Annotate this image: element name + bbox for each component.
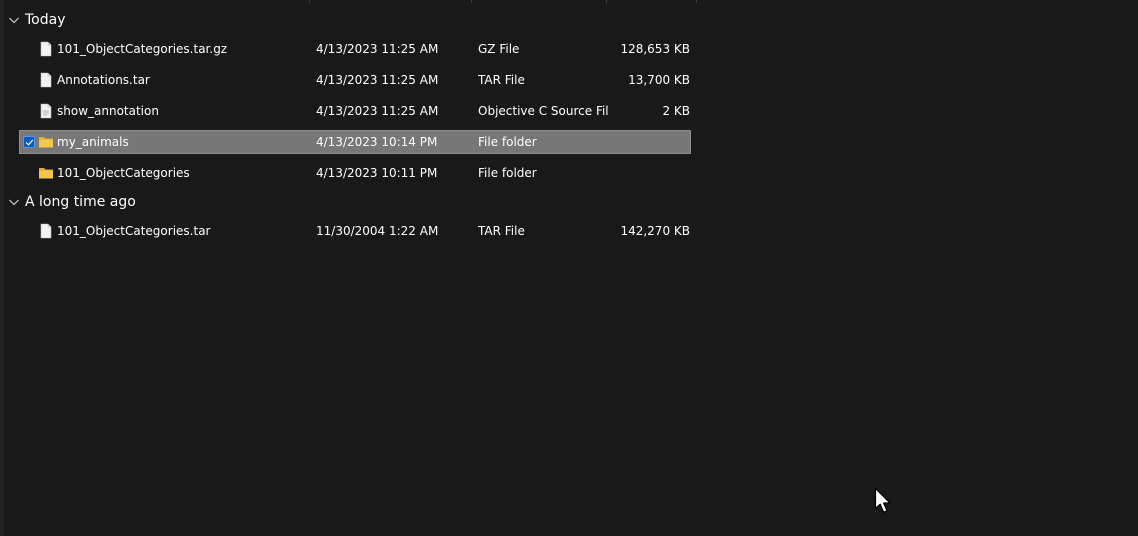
- file-size: [610, 131, 690, 153]
- file-type: TAR File: [478, 224, 525, 238]
- file-type: File folder: [478, 135, 537, 149]
- file-type: TAR File: [478, 73, 525, 87]
- file-size: [610, 162, 690, 184]
- group-header-today[interactable]: Today: [8, 9, 66, 31]
- file-date: 11/30/2004 1:22 AM: [316, 224, 439, 238]
- file-row[interactable]: 101_ObjectCategories 4/13/2023 10:11 PM …: [19, 161, 691, 185]
- file-row[interactable]: Annotations.tar 4/13/2023 11:25 AM TAR F…: [19, 68, 691, 92]
- file-icon: [40, 103, 52, 119]
- column-separator[interactable]: [606, 0, 607, 3]
- file-row[interactable]: 101_ObjectCategories.tar 11/30/2004 1:22…: [19, 219, 691, 243]
- file-date: 4/13/2023 11:25 AM: [316, 104, 439, 118]
- file-date: 4/13/2023 10:11 PM: [316, 166, 438, 180]
- folder-icon: [39, 137, 53, 148]
- group-label: A long time ago: [25, 194, 136, 210]
- file-type: Objective C Source File: [478, 104, 608, 118]
- checkmark-icon: [25, 139, 34, 146]
- mouse-cursor-icon: [874, 487, 891, 513]
- file-type: GZ File: [478, 42, 520, 56]
- file-name: Annotations.tar: [57, 73, 150, 87]
- pane-left-edge: [0, 0, 4, 536]
- file-size: 128,653 KB: [620, 42, 690, 56]
- file-list-pane: Today 101_ObjectCategories.tar.gz 4/13/2…: [0, 0, 1138, 536]
- column-separator[interactable]: [696, 0, 697, 3]
- file-name: 101_ObjectCategories: [57, 166, 190, 180]
- file-size: 142,270 KB: [620, 224, 690, 238]
- file-row[interactable]: show_annotation 4/13/2023 11:25 AM Objec…: [19, 99, 691, 123]
- file-size: 13,700 KB: [628, 73, 690, 87]
- file-icon: [40, 41, 52, 57]
- group-label: Today: [25, 12, 66, 28]
- file-name: my_animals: [57, 135, 129, 149]
- file-name: 101_ObjectCategories.tar.gz: [57, 42, 228, 56]
- file-name: 101_ObjectCategories.tar: [57, 224, 211, 238]
- file-date: 4/13/2023 10:14 PM: [316, 135, 438, 149]
- chevron-down-icon: [9, 17, 19, 24]
- column-separator[interactable]: [309, 0, 310, 3]
- file-date: 4/13/2023 11:25 AM: [316, 73, 439, 87]
- file-icon: [40, 72, 52, 88]
- file-name: show_annotation: [57, 104, 159, 118]
- folder-icon: [39, 168, 53, 179]
- file-icon: [40, 223, 52, 239]
- row-checkbox[interactable]: [23, 136, 35, 148]
- file-row-selected[interactable]: my_animals 4/13/2023 10:14 PM File folde…: [19, 130, 691, 154]
- file-type: File folder: [478, 166, 537, 180]
- file-row[interactable]: 101_ObjectCategories.tar.gz 4/13/2023 11…: [19, 37, 691, 61]
- chevron-down-icon: [9, 199, 19, 206]
- column-separator[interactable]: [471, 0, 472, 3]
- file-date: 4/13/2023 11:25 AM: [316, 42, 439, 56]
- file-size: 2 KB: [662, 104, 690, 118]
- group-header-long-ago[interactable]: A long time ago: [8, 191, 136, 213]
